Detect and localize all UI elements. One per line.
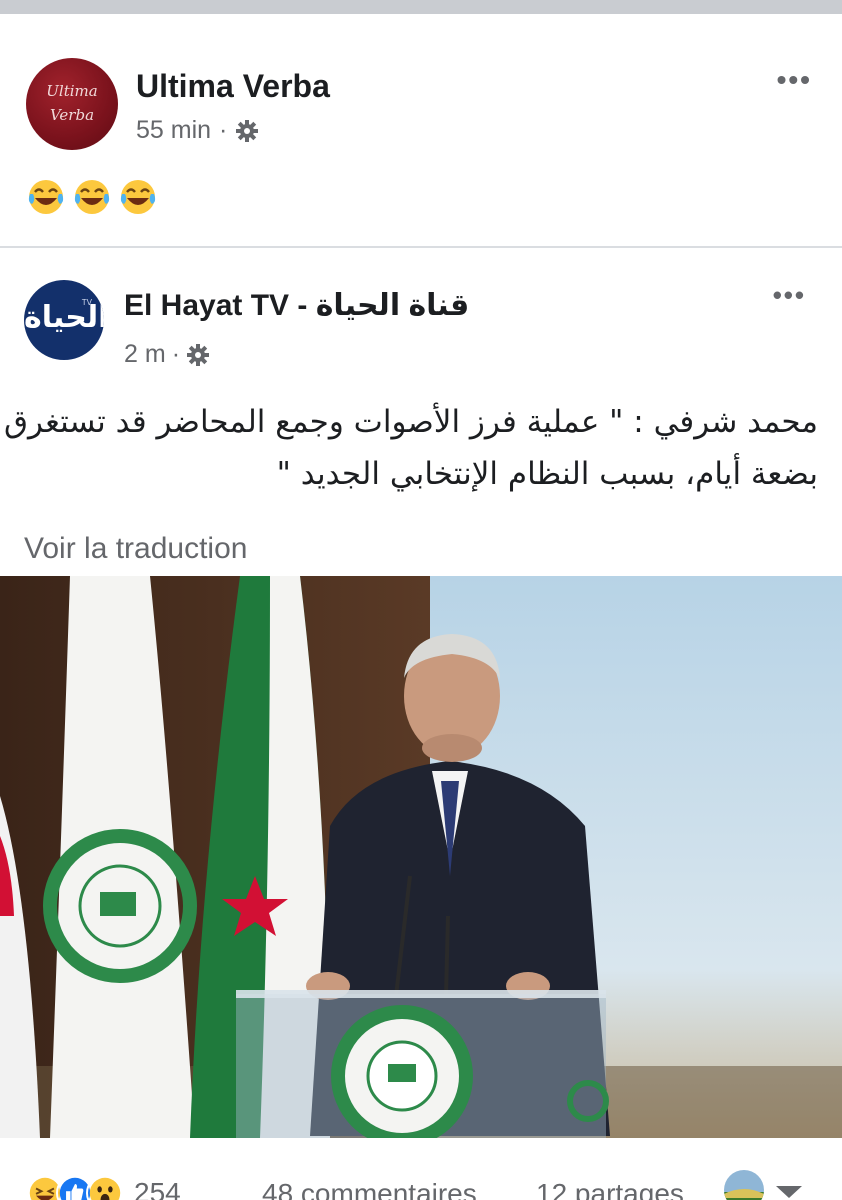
tears-of-joy-icon — [28, 180, 64, 214]
embedded-post[interactable]: الحياة TV El Hayat TV - قناة الحياة 2 m … — [0, 246, 842, 1200]
post-meta: 55 min · — [136, 116, 259, 145]
viewer-avatar[interactable] — [724, 1170, 764, 1200]
shared-post: Ultima Verba Ultima Verba 55 min · ••• ا… — [0, 14, 842, 1200]
post-body — [26, 176, 158, 216]
avatar-logo-text: الحياة — [24, 300, 104, 335]
page-avatar[interactable]: الحياة TV — [24, 280, 104, 360]
reaction-count: 254 — [134, 1177, 181, 1200]
post-text-line: محمد شرفي : " عملية فرز الأصوات وجمع الم… — [3, 404, 818, 440]
post-timestamp[interactable]: 2 m — [124, 340, 166, 369]
wow-reaction-icon — [86, 1174, 124, 1200]
top-divider — [0, 0, 842, 14]
more-options-button[interactable]: ••• — [777, 64, 812, 96]
avatar-logo-tag: TV — [81, 298, 92, 307]
post-text: محمد شرفي : " عملية فرز الأصوات وجمع الم… — [3, 396, 818, 500]
see-translation-link[interactable]: Voir la traduction — [24, 532, 247, 566]
meta-separator: · — [171, 340, 181, 368]
reaction-summary[interactable]: 254 — [26, 1174, 181, 1200]
post-meta: 2 m · — [124, 340, 210, 369]
more-options-button[interactable]: ••• — [773, 280, 806, 311]
page-name[interactable]: El Hayat TV - قناة الحياة — [124, 288, 469, 323]
post-text-line: بضعة أيام، بسبب النظام الإنتخابي الجديد … — [276, 456, 818, 492]
comments-count-link[interactable]: 48 commentaires — [262, 1178, 477, 1200]
author-name[interactable]: Ultima Verba — [136, 68, 330, 105]
author-avatar[interactable]: Ultima Verba — [26, 58, 118, 150]
avatar-logo-text: Verba — [49, 106, 95, 124]
tears-of-joy-icon — [74, 180, 110, 214]
shares-count-link[interactable]: 12 partages — [536, 1178, 684, 1200]
post-timestamp[interactable]: 55 min — [136, 116, 211, 145]
meta-separator: · — [219, 116, 228, 144]
reaction-bar: 254 48 commentaires 12 partages — [0, 1164, 842, 1200]
chevron-down-icon[interactable] — [776, 1186, 802, 1198]
post-photo[interactable] — [0, 576, 842, 1138]
gear-icon[interactable] — [186, 343, 210, 367]
tears-of-joy-icon — [120, 180, 156, 214]
photo-illustration — [0, 576, 842, 1138]
gear-icon[interactable] — [235, 119, 259, 143]
avatar-logo-text: Ultima — [46, 82, 98, 100]
